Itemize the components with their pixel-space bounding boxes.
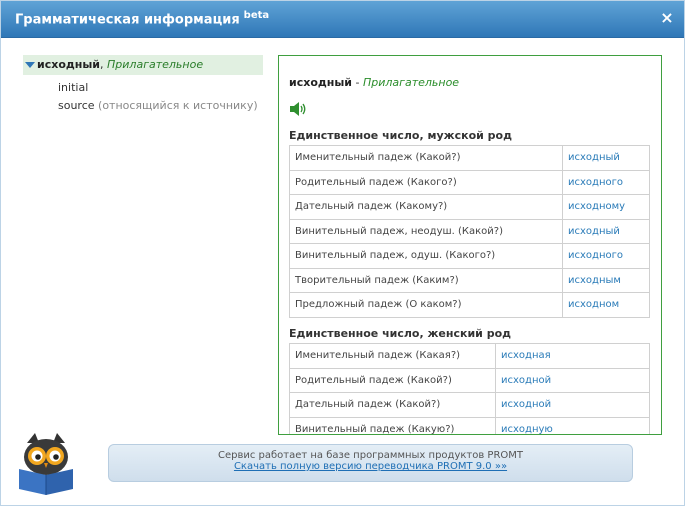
- form-cell[interactable]: исходный: [562, 218, 650, 244]
- dialog-titlebar: Грамматическая информация beta ×: [1, 1, 684, 38]
- form-cell[interactable]: исходной: [495, 367, 650, 393]
- form-cell[interactable]: исходную: [495, 416, 650, 434]
- footer-text: Сервис работает на базе программных прод…: [217, 450, 524, 461]
- case-cell: Творительный падеж (Каким?): [289, 267, 563, 293]
- table-row: Винительный падеж, неодуш. (Какой?) исход…: [289, 218, 650, 244]
- table-row: Дательный падеж (Какой?) исходной: [289, 392, 650, 418]
- promt-footer: Сервис работает на базе программных прод…: [108, 444, 633, 482]
- form-cell[interactable]: исходного: [562, 169, 650, 195]
- form-cell[interactable]: исходная: [495, 343, 650, 369]
- case-cell: Винительный падеж, неодуш. (Какой?): [289, 218, 563, 244]
- case-cell: Именительный падеж (Какая?): [289, 343, 496, 369]
- case-cell: Родительный падеж (Какой?): [289, 367, 496, 393]
- table-row: Творительный падеж (Каким?) исходным: [289, 267, 650, 293]
- word-tree: исходный, Прилагательное initial source …: [23, 55, 263, 112]
- table-row: Именительный падеж (Какая?) исходная: [289, 343, 650, 369]
- grammar-dialog: Грамматическая информация beta × исходный…: [0, 0, 685, 506]
- tree-item-initial[interactable]: initial: [58, 81, 88, 94]
- form-cell[interactable]: исходном: [562, 292, 650, 318]
- form-cell[interactable]: исходной: [495, 392, 650, 418]
- tree-entry-head[interactable]: исходный, Прилагательное: [23, 55, 263, 75]
- section-title-masculine: Единственное число, мужской род: [289, 129, 512, 142]
- declension-table-feminine: Именительный падеж (Какая?) исходная Роди…: [289, 343, 650, 434]
- panel-heading: исходный - Прилагательное: [289, 76, 459, 89]
- download-promt-link[interactable]: Скачать полную версию переводчика PROMT …: [109, 461, 632, 472]
- tree-item-source[interactable]: source (относящийся к источнику): [58, 99, 258, 112]
- table-row: Именительный падеж (Какой?) исходный: [289, 145, 650, 171]
- tree-separator: ,: [100, 58, 108, 71]
- speaker-icon[interactable]: [289, 102, 307, 116]
- case-cell: Винительный падеж (Какую?): [289, 416, 496, 434]
- case-cell: Родительный падеж (Какого?): [289, 169, 563, 195]
- case-cell: Винительный падеж, одуш. (Какого?): [289, 243, 563, 269]
- form-cell[interactable]: исходный: [562, 145, 650, 171]
- case-cell: Дательный падеж (Какой?): [289, 392, 496, 418]
- table-row: Дательный падеж (Какому?) исходному: [289, 194, 650, 220]
- form-cell[interactable]: исходному: [562, 194, 650, 220]
- dialog-title-text: Грамматическая информация: [15, 12, 240, 28]
- case-cell: Предложный падеж (О каком?): [289, 292, 563, 318]
- declension-panel: исходный - Прилагательное Единственное ч…: [278, 55, 662, 435]
- tree-item-text: source: [58, 99, 95, 112]
- case-cell: Дательный падеж (Какому?): [289, 194, 563, 220]
- expand-triangle-icon[interactable]: [25, 62, 35, 68]
- table-row: Винительный падеж (Какую?) исходную: [289, 416, 650, 434]
- promt-owl-logo: [19, 433, 73, 495]
- dialog-title: Грамматическая информация beta: [15, 10, 269, 27]
- case-cell: Именительный падеж (Какой?): [289, 145, 563, 171]
- declension-table-masculine: Именительный падеж (Какой?) исходный Роди…: [289, 145, 650, 318]
- section-title-feminine: Единственное число, женский род: [289, 327, 512, 340]
- tree-pos: Прилагательное: [107, 58, 204, 71]
- panel-pos: Прилагательное: [363, 76, 460, 89]
- table-row: Предложный падеж (О каком?) исходном: [289, 292, 650, 318]
- beta-badge: beta: [243, 10, 270, 21]
- tree-item-note: (относящийся к источнику): [94, 99, 258, 112]
- table-row: Родительный падеж (Какой?) исходной: [289, 367, 650, 393]
- form-cell[interactable]: исходного: [562, 243, 650, 269]
- tree-word: исходный: [37, 58, 101, 71]
- panel-word: исходный: [289, 76, 353, 89]
- table-row: Винительный падеж, одуш. (Какого?) исходн…: [289, 243, 650, 269]
- panel-dash: -: [352, 76, 363, 89]
- tree-item-text: initial: [58, 81, 89, 94]
- table-row: Родительный падеж (Какого?) исходного: [289, 169, 650, 195]
- close-icon[interactable]: ×: [660, 10, 674, 26]
- form-cell[interactable]: исходным: [562, 267, 650, 293]
